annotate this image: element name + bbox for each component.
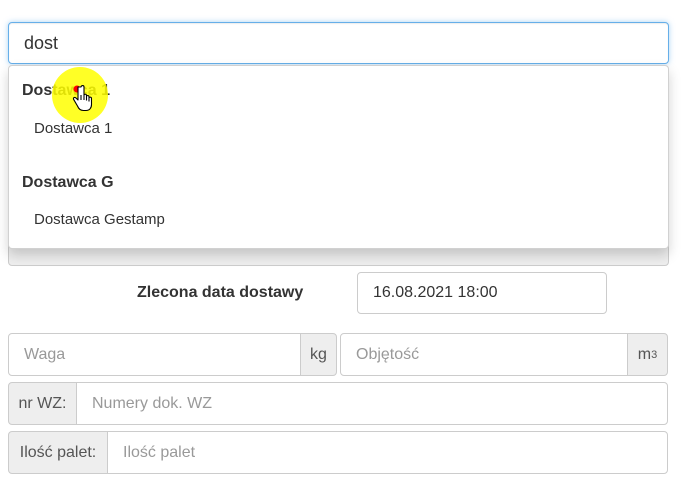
pallets-label: Ilość palet: [19, 443, 97, 461]
delivery-date-value: 16.08.2021 18:00 [373, 284, 498, 301]
pallets-input[interactable]: Ilość palet [107, 431, 668, 474]
hand-pointer-icon [70, 84, 94, 114]
weight-unit: kg [310, 345, 327, 363]
volume-unit-addon: m3 [627, 333, 668, 376]
delivery-date-label: Zlecona data dostawy [137, 284, 304, 301]
volume-placeholder: Objętość [356, 345, 420, 363]
wz-label: nr WZ: [18, 394, 67, 412]
volume-unit-superscript: 3 [651, 348, 658, 361]
wz-placeholder: Numery dok. WZ [92, 394, 213, 412]
volume-input[interactable]: Objętość [340, 333, 628, 376]
weight-input[interactable]: Waga [8, 333, 301, 376]
delivery-date-input[interactable]: 16.08.2021 18:00 [357, 272, 607, 314]
search-input-value: dost [24, 32, 59, 53]
weight-unit-addon: kg [300, 333, 337, 376]
pallets-placeholder: Ilość palet [123, 443, 196, 461]
volume-unit: m [637, 345, 652, 363]
group-header-dostawca-g: Dostawca G [22, 174, 114, 191]
option-dostawca-1[interactable]: Dostawca 1 [34, 120, 112, 137]
search-input[interactable]: dost [8, 22, 669, 64]
wz-label-addon: nr WZ: [8, 382, 77, 425]
weight-placeholder: Waga [24, 345, 66, 363]
pallets-label-addon: Ilość palet: [8, 431, 108, 474]
option-dostawca-gestamp[interactable]: Dostawca Gestamp [34, 211, 165, 228]
wz-input[interactable]: Numery dok. WZ [76, 382, 668, 425]
